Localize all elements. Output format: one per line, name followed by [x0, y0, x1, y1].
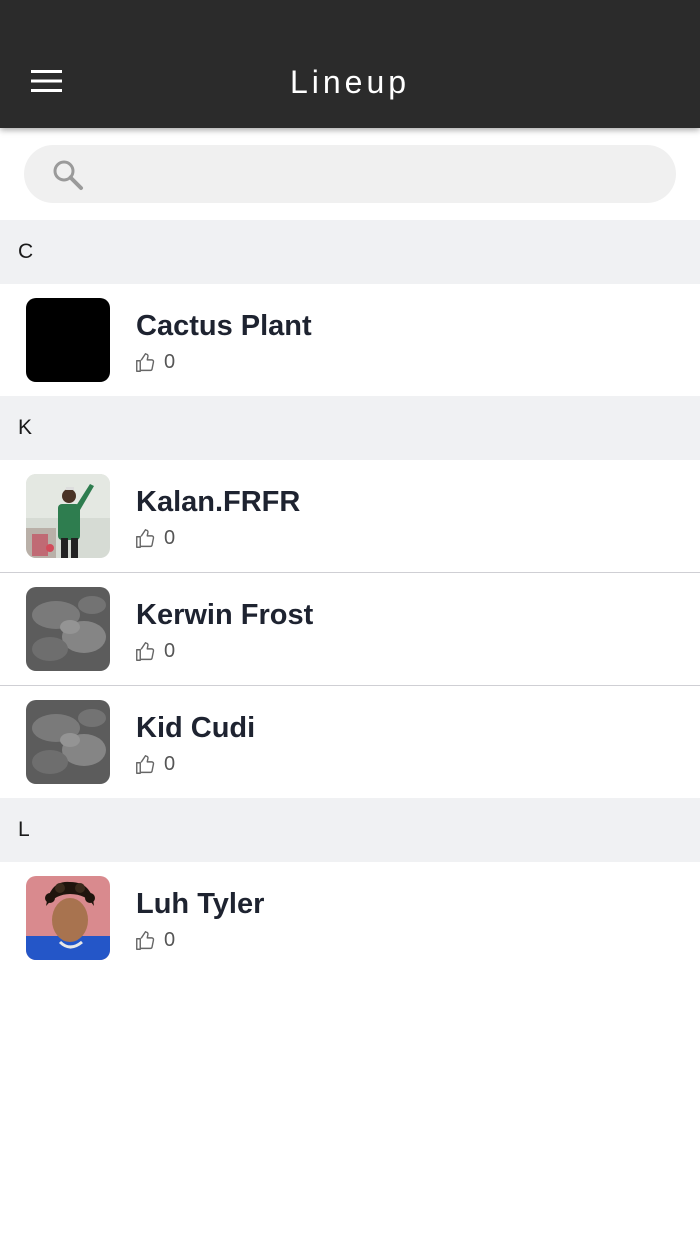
artist-row-kalan-frfr[interactable]: Kalan.FRFR 0 — [0, 460, 700, 573]
section-header-l: L — [0, 798, 700, 862]
like-count[interactable]: 0 — [135, 350, 175, 374]
search-input[interactable] — [100, 145, 656, 203]
like-count-value: 0 — [164, 928, 176, 951]
artist-name: Kid Cudi — [136, 712, 256, 744]
search-icon — [53, 160, 83, 190]
page-title: Lineup — [289, 64, 411, 100]
search-bar-container — [0, 128, 700, 220]
like-count[interactable]: 0 — [135, 752, 175, 776]
artist-name: Kalan.FRFR — [136, 486, 301, 518]
top-app-bar: Lineup — [0, 0, 700, 128]
artist-row-kerwin-frost[interactable]: Kerwin Frost 0 — [0, 573, 700, 686]
thumbs-up-icon — [136, 528, 155, 548]
artist-thumbnail — [26, 700, 110, 784]
thumbs-up-icon — [136, 352, 155, 372]
like-count-value: 0 — [164, 639, 176, 662]
artist-row-cactus-plant[interactable]: Cactus Plant 0 — [0, 284, 700, 396]
artist-name: Luh Tyler — [136, 888, 265, 920]
artist-row-luh-tyler[interactable]: Luh Tyler 0 — [0, 862, 700, 974]
artist-thumbnail — [26, 474, 110, 558]
artist-name: Kerwin Frost — [136, 599, 314, 631]
thumbs-up-icon — [136, 754, 155, 774]
artist-row-kid-cudi[interactable]: Kid Cudi 0 — [0, 686, 700, 798]
like-count-value: 0 — [164, 350, 176, 373]
thumbs-up-icon — [136, 930, 155, 950]
section-header-c: C — [0, 220, 700, 284]
artist-name: Cactus Plant — [136, 310, 312, 342]
like-count-value: 0 — [164, 526, 176, 549]
like-count-value: 0 — [164, 752, 176, 775]
search-bar[interactable] — [24, 145, 676, 203]
like-count[interactable]: 0 — [135, 639, 175, 663]
artist-thumbnail — [26, 298, 110, 382]
lineup-screen: Lineup C Cactus Plant 0 K Kalan.FRFR 0 K… — [0, 0, 700, 1244]
section-header-k: K — [0, 396, 700, 460]
like-count[interactable]: 0 — [135, 928, 175, 952]
like-count[interactable]: 0 — [135, 526, 175, 550]
artist-thumbnail — [26, 876, 110, 960]
artist-thumbnail — [26, 587, 110, 671]
thumbs-up-icon — [136, 641, 155, 661]
